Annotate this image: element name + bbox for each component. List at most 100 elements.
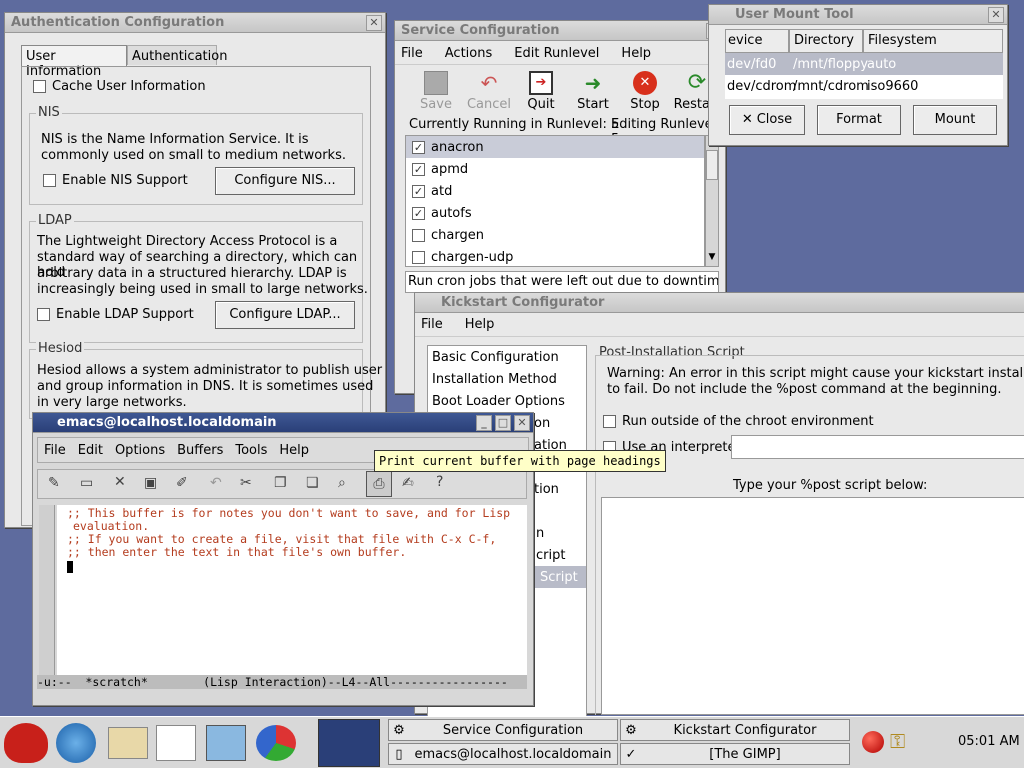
kickstart-titlebar[interactable]: Kickstart Configurator bbox=[415, 293, 1024, 313]
ldap-enable-checkbox[interactable]: Enable LDAP Support bbox=[37, 307, 194, 322]
header-filesystem[interactable]: Filesystem bbox=[863, 29, 1003, 53]
type-script-label: Type your %post script below: bbox=[733, 478, 928, 493]
service-row-apmd[interactable]: ✓ apmd bbox=[406, 158, 704, 180]
auth-tab-authentication[interactable]: Authentication bbox=[127, 45, 227, 65]
nav-basic[interactable]: Basic Configuration bbox=[428, 346, 586, 368]
email-icon[interactable] bbox=[108, 727, 148, 759]
checkbox-icon[interactable]: ✓ bbox=[412, 184, 425, 198]
emacs-titlebar[interactable]: emacs@localhost.localdomain _ □ ✕ bbox=[33, 413, 533, 433]
chroot-checkbox[interactable]: Run outside of the chroot environment bbox=[603, 414, 874, 429]
mount-button[interactable]: Mount bbox=[913, 105, 997, 135]
format-button[interactable]: Format bbox=[817, 105, 901, 135]
save-icon[interactable]: ▣ bbox=[144, 475, 157, 491]
presentation-icon[interactable] bbox=[206, 725, 246, 761]
stop-button[interactable]: ✕ Stop bbox=[623, 71, 667, 112]
cache-checkbox[interactable]: Cache User Information bbox=[33, 79, 206, 94]
cancel-button[interactable]: ↶ Cancel bbox=[463, 71, 515, 112]
workspace-pager[interactable] bbox=[318, 719, 380, 767]
menu-options[interactable]: Options bbox=[115, 443, 165, 458]
nis-enable-checkbox[interactable]: Enable NIS Support bbox=[43, 173, 188, 188]
interpreter-input[interactable] bbox=[731, 435, 1024, 459]
kill-buffer-icon[interactable]: ✕ bbox=[114, 474, 126, 490]
undo-icon[interactable]: ↶ bbox=[210, 475, 222, 491]
service-row-atd[interactable]: ✓ atd bbox=[406, 180, 704, 202]
running-runlevel: Currently Running in Runlevel: 5 bbox=[409, 117, 620, 132]
save-as-icon[interactable]: ✐ bbox=[176, 475, 188, 491]
close-icon[interactable]: ✕ bbox=[514, 414, 530, 431]
start-button[interactable]: ➜ Start bbox=[571, 71, 615, 112]
service-titlebar[interactable]: Service Configuration ✕ bbox=[395, 21, 725, 41]
nav-installation[interactable]: Installation Method bbox=[428, 368, 586, 390]
paste-icon[interactable]: ❏ bbox=[306, 475, 319, 491]
maximize-icon[interactable]: □ bbox=[495, 414, 511, 431]
menu-edit[interactable]: Edit bbox=[78, 443, 103, 458]
scroll-down-icon[interactable]: ▼ bbox=[706, 252, 718, 266]
service-row-anacron[interactable]: ✓ anacron bbox=[406, 136, 704, 158]
open-folder-icon[interactable]: ▭ bbox=[80, 475, 93, 491]
web-browser-icon[interactable] bbox=[56, 723, 96, 763]
help-icon[interactable]: ? bbox=[436, 474, 443, 490]
task-gimp[interactable]: ✓ [The GIMP] bbox=[620, 743, 850, 765]
service-row-chargen[interactable]: chargen bbox=[406, 224, 704, 246]
new-file-icon[interactable]: ✎ bbox=[48, 475, 60, 491]
header-directory[interactable]: Directory bbox=[789, 29, 863, 53]
nis-desc-1: NIS is the Name Information Service. It … bbox=[41, 132, 309, 147]
minimize-icon[interactable]: _ bbox=[476, 414, 492, 431]
task-service-configuration[interactable]: ⚙ Service Configuration bbox=[388, 719, 618, 741]
task-kickstart-configurator[interactable]: ⚙ Kickstart Configurator bbox=[620, 719, 850, 741]
print-icon[interactable]: ⎙ bbox=[366, 471, 392, 497]
post-script-textarea[interactable] bbox=[601, 497, 1024, 715]
checkbox-icon[interactable]: ✓ bbox=[412, 162, 425, 176]
service-row-autofs[interactable]: ✓ autofs bbox=[406, 202, 704, 224]
spreadsheet-icon[interactable] bbox=[256, 725, 296, 761]
auth-tab-user[interactable]: User Information bbox=[21, 45, 127, 79]
menu-help[interactable]: Help bbox=[279, 443, 309, 458]
emacs-buffer[interactable]: ;; This buffer is for notes you don't wa… bbox=[57, 505, 527, 675]
minimize-icon[interactable] bbox=[1012, 302, 1024, 303]
configure-nis-button[interactable]: Configure NIS... bbox=[215, 167, 355, 195]
mount-row-floppy[interactable]: dev/fd0 /mnt/floppy auto bbox=[725, 53, 1003, 75]
menu-actions[interactable]: Actions bbox=[445, 46, 493, 61]
checkbox-icon[interactable] bbox=[412, 228, 425, 242]
save-button[interactable]: Save bbox=[413, 71, 459, 112]
close-icon[interactable]: ✕ bbox=[988, 6, 1004, 23]
close-button[interactable]: ✕ Close bbox=[729, 105, 805, 135]
emacs-fringe[interactable] bbox=[39, 505, 55, 675]
menu-file[interactable]: File bbox=[401, 46, 423, 61]
header-device[interactable]: evice bbox=[725, 29, 789, 53]
task-emacs[interactable]: ▯ emacs@localhost.localdomain bbox=[388, 743, 618, 765]
checkbox-icon[interactable]: ✓ bbox=[412, 206, 425, 220]
menu-help[interactable]: Help bbox=[465, 317, 495, 332]
menu-file[interactable]: File bbox=[421, 317, 443, 332]
menu-edit-runlevel[interactable]: Edit Runlevel bbox=[514, 46, 599, 61]
service-row-chargen-udp[interactable]: chargen-udp bbox=[406, 246, 704, 268]
menu-file[interactable]: File bbox=[44, 443, 66, 458]
nav-bootloader[interactable]: Boot Loader Options bbox=[428, 390, 586, 412]
keys-icon[interactable]: ⚿ bbox=[890, 729, 905, 753]
checkbox-icon[interactable]: ✓ bbox=[412, 140, 425, 154]
quit-button[interactable]: ➔ Quit bbox=[519, 71, 563, 112]
hesiod-desc-1: Hesiod allows a system administrator to … bbox=[37, 363, 383, 378]
auth-titlebar[interactable]: Authentication Configuration ✕ bbox=[5, 13, 385, 33]
service-list: ✓ anacron ✓ apmd ✓ atd ✓ autofs chargen char… bbox=[405, 135, 705, 267]
search-icon[interactable]: ⌕ bbox=[338, 475, 346, 491]
menu-tools[interactable]: Tools bbox=[235, 443, 267, 458]
customize-icon[interactable]: ✍ bbox=[402, 475, 414, 491]
checkbox-icon bbox=[43, 174, 56, 187]
service-menubar: File Actions Edit Runlevel Help bbox=[395, 43, 725, 65]
close-icon[interactable]: ✕ bbox=[366, 14, 382, 31]
copy-icon[interactable]: ❐ bbox=[274, 475, 287, 491]
alert-icon[interactable] bbox=[862, 731, 884, 753]
menu-buffers[interactable]: Buffers bbox=[177, 443, 223, 458]
mount-titlebar[interactable]: User Mount Tool ✕ bbox=[709, 5, 1007, 25]
writer-icon[interactable] bbox=[156, 725, 196, 761]
scroll-thumb[interactable] bbox=[706, 150, 718, 180]
checkbox-icon[interactable] bbox=[412, 250, 425, 264]
redhat-menu-icon[interactable] bbox=[4, 723, 48, 763]
cut-icon[interactable]: ✂ bbox=[240, 475, 252, 491]
service-scrollbar[interactable]: ▲ ▼ bbox=[705, 135, 719, 267]
mount-title: User Mount Tool bbox=[735, 7, 854, 22]
menu-help[interactable]: Help bbox=[621, 46, 651, 61]
mount-row-cdrom[interactable]: dev/cdrom /mnt/cdrom iso9660 bbox=[725, 75, 1003, 97]
configure-ldap-button[interactable]: Configure LDAP... bbox=[215, 301, 355, 329]
